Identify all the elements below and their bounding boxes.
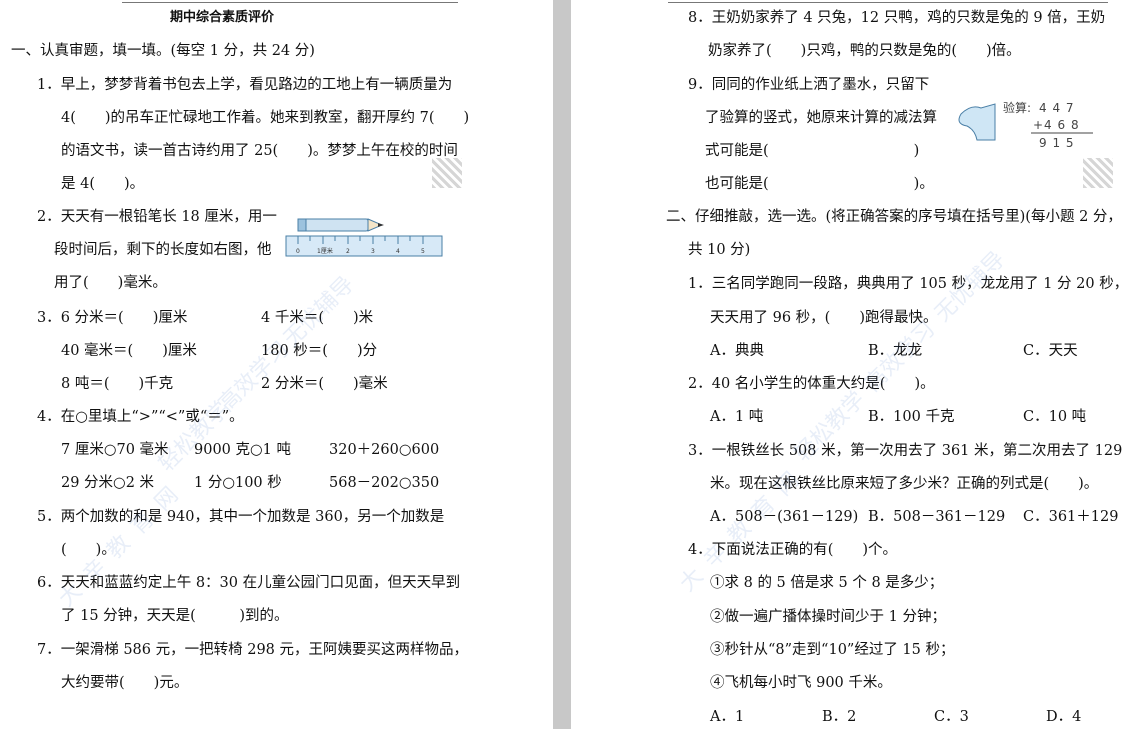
q8-line-2: 奶家养了( )只鸡，鸭的只数是兔的( )倍。: [708, 43, 1021, 59]
q3-item-6: 2 分米＝( )毫米: [261, 376, 388, 392]
s2q2-option-a: A．1 吨: [710, 409, 764, 425]
q2-line-3: 用了( )毫米。: [54, 275, 167, 291]
q7-line-1: 7．一架滑梯 586 元，一把转椅 298 元，王阿姨要买这两样物品，: [37, 642, 469, 658]
pencil-ruler-figure: 0 1厘米 2 3 4 5: [285, 218, 443, 257]
section2-heading-2: 共 10 分): [688, 242, 751, 258]
q1-line-1: 1．早上，梦梦背着书包去上学，看见路边的工地上有一辆质量为: [37, 77, 453, 93]
s2q1-line-2: 天天用了 96 秒，( )跑得最快。: [710, 310, 938, 326]
ruler-label-5: 5: [421, 248, 425, 255]
q7-line-2: 大约要带( )元。: [61, 675, 189, 691]
s2q3-option-c: C．361＋129: [1023, 509, 1119, 525]
q1-line-2: 4( )的吊车正忙碌地工作着。她来到教室，翻开厚约 7( ): [61, 110, 470, 126]
s2q4-statement-2: ②做一遍广播体操时间少于 1 分钟；: [710, 609, 946, 625]
q4-item-6: 568－202○350: [329, 475, 440, 491]
check-row-3: 9 1 5: [1039, 136, 1075, 150]
q1-line-4: 是 4( )。: [61, 176, 145, 192]
q3-item-1: 3．6 分米＝( )厘米: [37, 310, 188, 326]
q3-item-5: 8 吨＝( )千克: [61, 376, 174, 392]
s2q4-option-b: B．2: [822, 709, 857, 725]
pencil-icon: [297, 218, 384, 232]
ink-stain-icon: [958, 103, 996, 141]
ruler-label-1: 1厘米: [317, 247, 333, 255]
q4-item-2: 9000 克○1 吨: [194, 442, 291, 458]
top-rule: [122, 2, 458, 3]
check-row-2: +4 6 8: [1033, 118, 1080, 132]
ruler-label-0: 0: [296, 248, 300, 255]
s2q2-option-c: C．10 吨: [1023, 409, 1087, 425]
s2q4-statement-4: ④飞机每小时飞 900 千米。: [710, 675, 892, 691]
section1-heading: 一、认真审题，填一填。(每空 1 分，共 24 分): [11, 43, 315, 59]
watermark-char-5: 网: [771, 467, 805, 501]
s2q3-line-1: 3．一根铁丝长 508 米，第一次用去了 361 米，第二次用去了 129: [688, 443, 1123, 459]
s2q4-statement-1: ①求 8 的 5 倍是求 5 个 8 是多少；: [710, 575, 944, 591]
top-rule: [668, 2, 1108, 3]
right-page: 8．王奶奶家养了 4 只兔，12 只鸭，鸡的只数是兔的 9 倍，王奶 奶家养了(…: [571, 0, 1145, 729]
q2-line-1: 2．天天有一根铅笔长 18 厘米，用一: [37, 209, 277, 225]
s2q4-option-c: C．3: [934, 709, 969, 725]
s2q1-line-1: 1．三名同学跑同一段路，典典用了 105 秒，龙龙用了 1 分 20 秒，: [688, 276, 1129, 292]
q4-item-4: 29 分米○2 米: [61, 475, 155, 491]
qr-code-icon: [1083, 158, 1113, 188]
page-gutter: [553, 0, 571, 729]
check-label: 验算:: [1003, 100, 1031, 115]
section2-heading-1: 二、仔细推敲，选一选。(将正确答案的序号填在括号里)(每小题 2 分，: [666, 209, 1122, 225]
ruler-label-4: 4: [396, 248, 400, 255]
s2q4-option-a: A．1: [710, 709, 745, 725]
q9-line-4: 也可能是( )。: [705, 176, 934, 192]
q9-line-1: 9．同同的作业纸上洒了墨水，只留下: [688, 77, 930, 93]
s2q4-option-d: D．4: [1046, 709, 1082, 725]
q9-line-3: 式可能是( ): [705, 143, 920, 159]
left-page: 期中综合素质评价 一、认真审题，填一填。(每空 1 分，共 24 分) 1．早上…: [0, 0, 553, 729]
q9-line-2: 了验算的竖式，她原来计算的减法算: [705, 110, 937, 126]
check-row-1: 4 4 7: [1039, 101, 1075, 115]
q2-line-2: 段时间后，剩下的长度如右图，他: [54, 242, 272, 258]
s2q1-option-c: C．天天: [1023, 343, 1078, 359]
q6-line-2: 了 15 分钟，天天是( )到的。: [61, 608, 289, 624]
qr-code-icon: [432, 158, 462, 188]
q3-item-3: 40 毫米＝( )厘米: [61, 343, 197, 359]
q4-item-3: 320＋260○600: [329, 442, 440, 458]
q4-item-5: 1 分○100 秒: [194, 475, 282, 491]
q5-line-1: 5．两个加数的和是 940，其中一个加数是 360，另一个加数是: [37, 509, 445, 525]
ruler-label-2: 2: [346, 248, 350, 255]
s2q3-option-b: B．508－361－129: [868, 509, 1006, 525]
ruler-icon: 0 1厘米 2 3 4 5: [285, 235, 443, 257]
s2q1-option-a: A．典典: [710, 343, 764, 359]
ruler-label-3: 3: [371, 248, 375, 255]
q1-line-3: 的语文书，读一首古诗约用了 25( )。梦梦上午在校的时间: [61, 143, 458, 159]
q8-line-1: 8．王奶奶家养了 4 只兔，12 只鸭，鸡的只数是兔的 9 倍，王奶: [688, 10, 1106, 26]
verification-figure: 验算: 4 4 7 +4 6 8 9 1 5: [958, 100, 1093, 150]
page-title: 期中综合素质评价: [170, 10, 275, 25]
s2q4-statement-3: ③秒针从“8”走到“10”经过了 15 秒；: [710, 642, 955, 658]
s2q2-option-b: B．100 千克: [868, 409, 955, 425]
watermark-char-1: 大: [675, 563, 709, 597]
